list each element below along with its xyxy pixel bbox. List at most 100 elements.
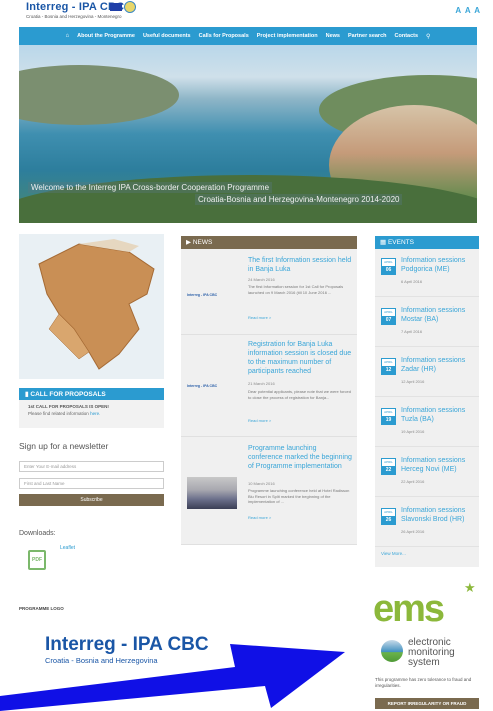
leaflet-link[interactable]: Leaflet	[60, 545, 75, 551]
event-month: APRIL	[384, 360, 393, 364]
event-date: 12 April 2016	[401, 379, 425, 384]
nav-item-implementation[interactable]: Project implementation	[257, 33, 318, 39]
call-for-proposals-header: ▮ CALL FOR PROPOSALS	[19, 388, 164, 400]
event-date: 26 April 2016	[401, 529, 425, 534]
event-item[interactable]: APRIL 26 Information sessions Slavonski B…	[375, 499, 479, 547]
nav-item-news[interactable]: News	[326, 33, 340, 39]
font-size-control[interactable]: A A A	[455, 6, 481, 15]
nav-item-documents[interactable]: Useful documents	[143, 33, 191, 39]
view-more-link[interactable]: View More...	[381, 551, 406, 556]
downloads-title: Downloads:	[19, 530, 56, 537]
ems-line3: system	[408, 657, 440, 668]
event-month: APRIL	[384, 260, 393, 264]
site-logo-subtitle: Croatia - Bosnia and Herzegovina - Monte…	[26, 14, 122, 19]
news-list: Interreg - IPA CBC The first Information…	[181, 249, 357, 545]
news-item-title[interactable]: Programme launching conference marked th…	[248, 444, 352, 471]
site-header: Interreg - IPA CBC Croatia - Bosnia and …	[0, 0, 493, 24]
event-item[interactable]: APRIL 19 Information sessions Tuzla (BA) …	[375, 399, 479, 447]
nav-item-about[interactable]: About the Programme	[77, 33, 135, 39]
news-item-text: Programme launching conference held at H…	[248, 488, 350, 504]
news-item: Interreg - IPA CBC Registration for Banj…	[181, 335, 357, 437]
news-title: NEWS	[192, 239, 213, 246]
news-item-date: 10 March 2016	[248, 481, 275, 486]
news-item-date: 24 March 2016	[248, 277, 275, 282]
news-item: Interreg - IPA CBC The first Information…	[181, 249, 357, 335]
ems-globe-icon	[381, 640, 403, 662]
news-item-date: 21 March 2016	[248, 381, 275, 386]
nav-item-calls[interactable]: Calls for Proposals	[199, 33, 249, 39]
event-date-badge: APRIL 22	[381, 458, 396, 475]
hero-caption-line1: Welcome to the Interreg IPA Cross-border…	[28, 182, 273, 193]
cfp-title: CALL FOR PROPOSALS	[30, 391, 106, 398]
event-title[interactable]: Information sessions Herceg Novi (ME)	[401, 456, 477, 474]
event-title[interactable]: Information sessions Tuzla (BA)	[401, 406, 477, 424]
events-list: APRIL 06 Information sessions Podgorica (…	[375, 249, 479, 567]
nav-item-partner-search[interactable]: Partner search	[348, 33, 387, 39]
events-header: ▦ EVENTS	[375, 236, 479, 249]
event-date-badge: APRIL 19	[381, 408, 396, 425]
name-field[interactable]: First and Last Name	[19, 478, 164, 489]
event-item[interactable]: APRIL 07 Information sessions Mostar (BA)…	[375, 299, 479, 347]
news-item-title[interactable]: Registration for Banja Luka information …	[248, 340, 352, 376]
megaphone-icon: ▶	[186, 239, 193, 246]
news-item-text: The first Information session for 1st Ca…	[248, 284, 344, 295]
news-item-title[interactable]: The first Information session held in Ba…	[248, 256, 352, 274]
home-icon[interactable]: ⌂	[66, 33, 70, 39]
ems-logo[interactable]: ems	[373, 588, 445, 631]
news-thumbnail[interactable]: Interreg - IPA CBC	[187, 384, 237, 388]
event-day: 19	[382, 416, 395, 424]
report-fraud-button[interactable]: REPORT IRREGULARITY OR FRAUD	[375, 698, 479, 709]
event-day: 06	[382, 266, 395, 274]
programme-area-map[interactable]	[19, 234, 164, 379]
read-more-link[interactable]: Read more >	[248, 315, 271, 320]
event-month: APRIL	[384, 510, 393, 514]
news-header: ▶ NEWS	[181, 236, 357, 249]
event-item[interactable]: APRIL 06 Information sessions Podgorica (…	[375, 249, 479, 297]
event-date-badge: APRIL 26	[381, 508, 396, 525]
cfp-line1: 1st CALL FOR PROPOSALS IS OPEN!	[28, 404, 109, 409]
event-title[interactable]: Information sessions Podgorica (ME)	[401, 256, 477, 274]
cfp-line2: Please find related information here.	[28, 411, 155, 416]
programme-badge-icon	[124, 1, 136, 13]
nav-item-contacts[interactable]: Contacts	[395, 33, 419, 39]
event-date: 19 April 2016	[401, 429, 425, 434]
news-thumbnail[interactable]: Interreg - IPA CBC	[187, 293, 237, 297]
calendar-icon: ▦	[380, 239, 388, 246]
cfp-here-link[interactable]: here.	[90, 411, 100, 416]
event-date-badge: APRIL 12	[381, 358, 396, 375]
cfp-line2-text: Please find related information	[28, 411, 89, 416]
event-title[interactable]: Information sessions Mostar (BA)	[401, 306, 477, 324]
event-date: 6 April 2016	[401, 279, 423, 284]
eu-flag-icon	[110, 3, 122, 11]
subscribe-button[interactable]: Subscribe	[19, 494, 164, 506]
news-photo[interactable]	[187, 477, 237, 509]
event-month: APRIL	[384, 460, 393, 464]
arrow-shape	[0, 644, 345, 711]
event-day: 07	[382, 316, 395, 324]
email-field[interactable]: Enter Your E-mail address	[19, 461, 164, 472]
star-icon: ★	[464, 580, 476, 595]
search-icon[interactable]: ⚲	[426, 33, 430, 40]
event-item[interactable]: APRIL 12 Information sessions Zadar (HR) …	[375, 349, 479, 397]
read-more-link[interactable]: Read more >	[248, 418, 271, 423]
hero-hill-left	[19, 65, 179, 125]
read-more-link[interactable]: Read more >	[248, 515, 271, 520]
event-date-badge: APRIL 07	[381, 308, 396, 325]
news-item-text: Dear potential applicants, please note t…	[248, 389, 351, 400]
map-graphic	[38, 239, 155, 370]
hero-caption-line2: Croatia-Bosnia and Herzegovina-Montenegr…	[195, 194, 403, 205]
event-title[interactable]: Information sessions Slavonski Brod (HR)	[401, 506, 477, 524]
event-month: APRIL	[384, 410, 393, 414]
events-title: EVENTS	[387, 239, 414, 246]
event-date-badge: APRIL 06	[381, 258, 396, 275]
event-day: 12	[382, 366, 395, 374]
main-nav: ⌂ About the Programme Useful documents C…	[19, 27, 477, 45]
event-title[interactable]: Information sessions Zadar (HR)	[401, 356, 477, 374]
fraud-note: This programme has zero tolerance to fra…	[375, 677, 472, 688]
event-day: 22	[382, 466, 395, 474]
event-date: 7 April 2016	[401, 329, 423, 334]
event-date: 22 April 2016	[401, 479, 425, 484]
news-item: Programme launching conference marked th…	[181, 437, 357, 545]
event-day: 26	[382, 516, 395, 524]
event-item[interactable]: APRIL 22 Information sessions Herceg Novi…	[375, 449, 479, 497]
